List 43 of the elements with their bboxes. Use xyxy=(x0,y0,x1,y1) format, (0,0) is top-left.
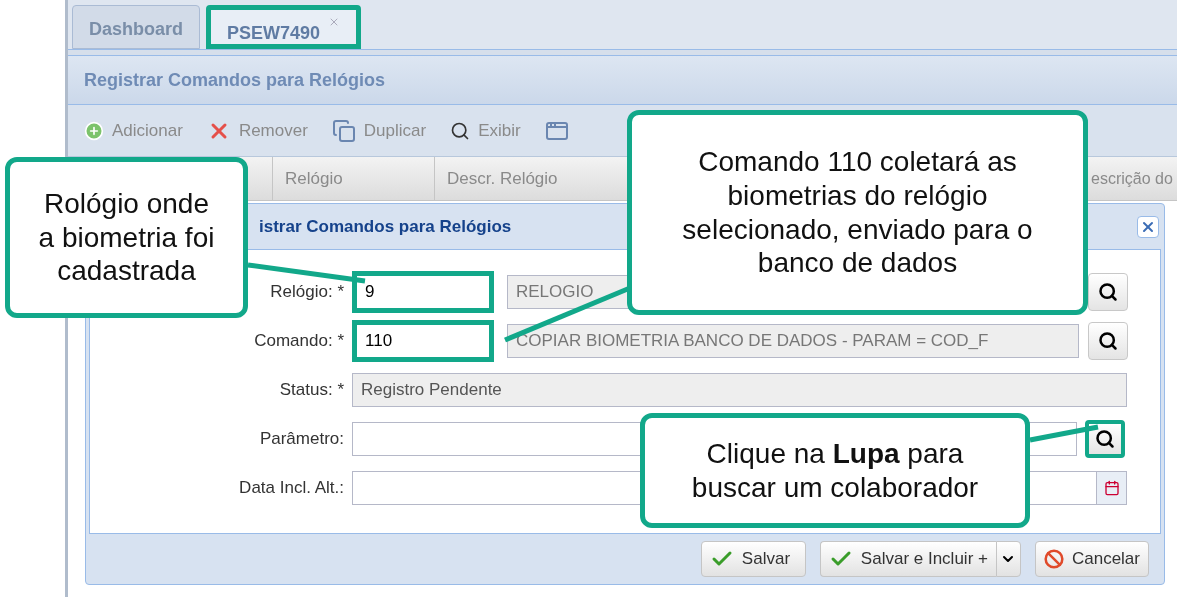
column-header[interactable]: escrição do xyxy=(1091,166,1173,191)
toolbar-button[interactable]: Exibir xyxy=(450,117,521,144)
cancel-icon xyxy=(1043,549,1064,569)
add-icon xyxy=(84,120,104,141)
toolbar-button[interactable]: Remover xyxy=(206,117,308,144)
status-field: Registro Pendente xyxy=(352,372,1127,407)
close-button[interactable] xyxy=(1137,215,1159,238)
search-icon xyxy=(450,120,471,141)
code-field[interactable]: 9 xyxy=(352,270,494,313)
cancel-button[interactable]: Cancelar xyxy=(1034,541,1149,577)
tab-label: Dashboard xyxy=(89,18,184,41)
description-field: COPIAR BIOMETRIA BANCO DE DADOS - PARAM = COD_F xyxy=(507,323,1079,358)
field-label: Data Incl. Alt.: xyxy=(238,476,345,499)
dialog-title: istrar Comandos para Relógios xyxy=(259,215,512,238)
search-button[interactable] xyxy=(1085,419,1125,458)
calendar-button[interactable] xyxy=(1097,470,1127,505)
search-button[interactable] xyxy=(1088,272,1128,311)
search-icon xyxy=(1098,330,1118,351)
callout-tooltip: Rológio onde a biometria foi cadastrada xyxy=(5,157,248,318)
toolbar-button[interactable]: Adicionar xyxy=(84,117,183,144)
tab[interactable]: PSEW7490 xyxy=(206,5,362,49)
callout-tooltip: Clique na Lupa para buscar um colaborador xyxy=(640,413,1030,528)
search-icon xyxy=(1098,281,1118,302)
panel-title: Registrar Comandos para Relógios xyxy=(84,68,386,92)
search-button[interactable] xyxy=(1088,321,1128,360)
search-icon xyxy=(1095,428,1115,449)
copy-icon xyxy=(331,118,356,143)
dropdown-button[interactable] xyxy=(995,541,1021,577)
toolbar-button[interactable]: Duplicar xyxy=(331,117,427,144)
leader-line xyxy=(1029,424,1099,443)
column-header[interactable]: Relógio xyxy=(285,165,343,192)
calendar-icon xyxy=(1103,479,1120,496)
tab[interactable]: Dashboard xyxy=(72,5,201,49)
field-label: Relógio: * xyxy=(269,280,345,303)
save-button[interactable]: Salvar xyxy=(700,541,806,577)
code-field[interactable]: 110 xyxy=(352,319,494,362)
field-label: Status: * xyxy=(278,378,345,401)
column-header[interactable]: Descr. Relógio xyxy=(447,165,558,192)
field-label: Comando: * xyxy=(253,329,345,352)
save-and-add-button[interactable]: Salvar e Incluir + xyxy=(819,541,996,577)
field-label: Parâmetro: xyxy=(258,427,345,450)
tab-label: PSEW7490 xyxy=(227,22,321,45)
callout-tooltip: Comando 110 coletará as biometrias do relógio selecionado, enviado para o banco de dados xyxy=(627,110,1088,315)
